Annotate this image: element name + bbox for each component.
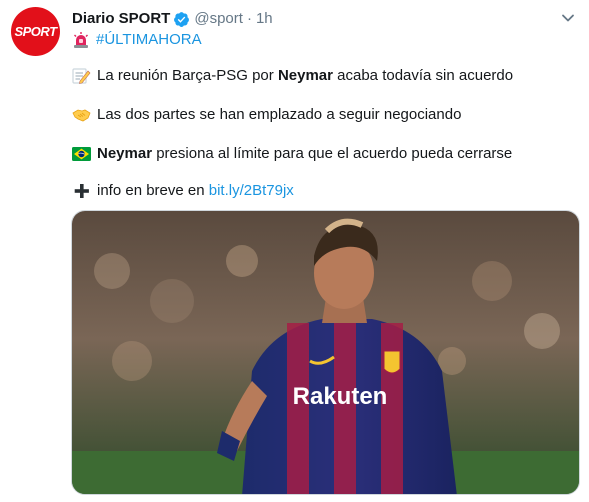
line-1-text-end: acaba todavía sin acuerdo [332, 67, 514, 84]
author-name[interactable]: Diario SPORT [72, 9, 170, 29]
author-avatar[interactable]: SPORT [11, 7, 60, 56]
player-photo-image: Rakuten [72, 211, 579, 494]
line-4-text: info en breve en [97, 182, 209, 199]
handshake-icon [72, 109, 91, 122]
tweet-line-3: Neymar presiona al límite para que el ac… [72, 144, 512, 164]
tweet-timestamp[interactable]: 1h [256, 9, 273, 29]
hashtag-link[interactable]: #ÚLTIMAHORA [96, 30, 202, 50]
line-1-text-start: La reunión Barça-PSG por [97, 67, 278, 84]
separator-dot: · [246, 10, 252, 27]
shortened-link[interactable]: bit.ly/2Bt79jx [209, 181, 294, 201]
plus-icon [74, 184, 89, 198]
avatar-logo-text: SPORT [14, 24, 57, 39]
author-handle[interactable]: @sport [194, 9, 243, 29]
chevron-down-icon [562, 14, 574, 22]
shirt-sponsor-text: Rakuten [293, 383, 388, 410]
hashtag-line: #ÚLTIMAHORA [72, 30, 202, 50]
more-options-button[interactable] [559, 9, 577, 27]
verified-badge-icon [174, 11, 190, 27]
memo-pencil-icon [72, 68, 91, 84]
tweet-line-4: info en breve en bit.ly/2Bt79jx [72, 181, 294, 201]
tweet-photo[interactable]: Rakuten [71, 210, 580, 495]
line-2-text: Las dos partes se han emplazado a seguir… [97, 106, 462, 123]
line-3-bold: Neymar [97, 145, 153, 162]
brazil-flag-icon [72, 147, 91, 161]
line-1-bold: Neymar [277, 67, 333, 84]
line-3-text: presiona al límite para que el acuerdo p… [152, 145, 513, 162]
tweet-line-2: Las dos partes se han emplazado a seguir… [72, 105, 461, 125]
tweet-line-1: La reunión Barça-PSG por Neymar acaba to… [72, 66, 513, 86]
police-siren-icon [74, 32, 88, 48]
tweet-header: Diario SPORT @sport · 1h [72, 9, 273, 29]
